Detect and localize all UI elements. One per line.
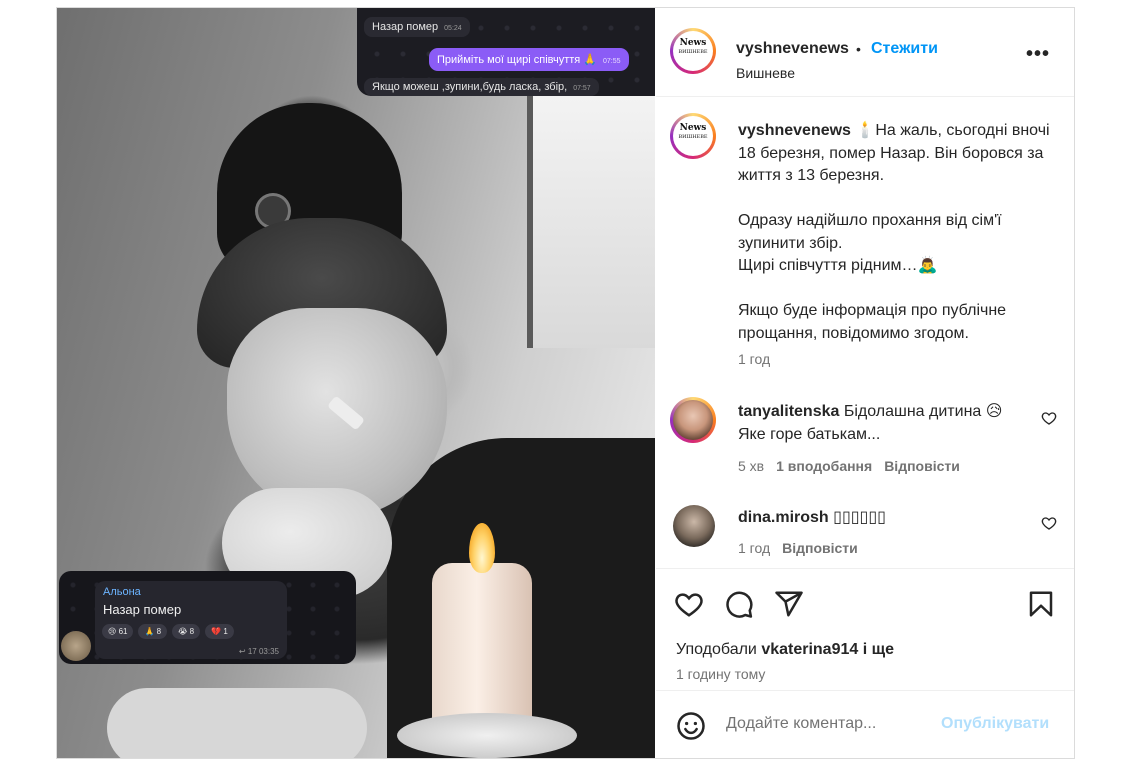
post-actions: Уподобали vkaterina914 і ще 1 годину том…	[656, 568, 1074, 689]
tg-message-text: Назар помер	[103, 602, 182, 617]
author-avatar[interactable]: News ВИШНЕВЕ	[670, 28, 716, 74]
post-image[interactable]: Назар помер 05:24 Прийміть мої щирі співч…	[57, 8, 655, 758]
publish-button[interactable]: Опублікувати	[941, 715, 1049, 733]
tg-reaction: 😭 8	[172, 624, 201, 639]
post-location[interactable]: Вишневе	[736, 65, 795, 81]
likes-summary: Уподобали vkaterina914 і ще	[676, 641, 895, 658]
news-logo: News ВИШНЕВЕ	[678, 38, 708, 56]
tg-reaction: 🙏 8	[138, 624, 168, 639]
telegram-screenshot-bottom: Альона Назар помер 😢 61 🙏 8 😭 8 💔 1 ↩ 17…	[59, 571, 356, 664]
tg-sender: Альона	[103, 586, 141, 598]
caption-text: 🕯️На жаль, сьогодні вночі 18 березня, по…	[738, 122, 1050, 342]
comment-text: tanyalitenska Бідолашна дитина 😥 Яке гор…	[738, 403, 1003, 443]
news-logo: News ВИШНЕВЕ	[678, 123, 708, 141]
comment-text: dina.mirosh ▯▯▯▯▯▯	[738, 509, 886, 526]
post-side-panel: News ВИШНЕВЕ vyshnevenews • Стежити Вишне…	[656, 8, 1074, 758]
tg-message: Назар помер 05:24	[364, 17, 470, 37]
separator-dot: •	[856, 41, 861, 57]
caption-avatar[interactable]: News ВИШНЕВЕ	[670, 113, 716, 159]
tg-reaction: 💔 1	[205, 624, 234, 639]
tg-reactions: 😢 61 🙏 8 😭 8 💔 1	[102, 624, 234, 639]
bookmark-icon[interactable]	[1026, 589, 1056, 619]
add-comment-bar: Опублікувати	[656, 690, 1074, 759]
caption-time[interactable]: 1 год	[738, 351, 770, 367]
tg-avatar	[61, 631, 91, 661]
likes-others[interactable]: і ще	[858, 641, 894, 658]
comment-avatar[interactable]	[670, 397, 716, 443]
follow-button[interactable]: Стежити	[871, 40, 938, 58]
instagram-post: Назар помер 05:24 Прийміть мої щирі співч…	[56, 7, 1075, 759]
comment-likes[interactable]: 1 вподобання	[776, 458, 872, 474]
comment-time[interactable]: 5 хв	[738, 458, 764, 474]
post-timestamp[interactable]: 1 годину тому	[676, 666, 765, 682]
comment-avatar[interactable]	[673, 505, 715, 547]
heart-icon[interactable]	[1041, 410, 1057, 426]
heart-icon[interactable]	[674, 589, 704, 619]
caption-username[interactable]: vyshnevenews	[738, 122, 851, 139]
candle-holder	[397, 713, 577, 758]
comment-icon[interactable]	[724, 589, 754, 619]
tg-message: Якщо можеш ,зупини,будь ласка, збір, 07:5…	[364, 78, 599, 96]
heart-icon[interactable]	[1041, 515, 1057, 531]
post-caption: vyshnevenews 🕯️На жаль, сьогодні вночі 1…	[738, 120, 1058, 345]
author-username[interactable]: vyshnevenews	[736, 40, 849, 58]
comment-username[interactable]: dina.mirosh	[738, 509, 829, 526]
tg-message-outgoing: Прийміть мої щирі співчуття 🙏 07:55	[429, 48, 629, 71]
comment-meta: 5 хв 1 вподобання Відповісти	[738, 458, 960, 474]
telegram-screenshot-top: Назар помер 05:24 Прийміть мої щирі співч…	[357, 8, 655, 96]
comment-username[interactable]: tanyalitenska	[738, 403, 839, 420]
post-header: News ВИШНЕВЕ vyshnevenews • Стежити Вишне…	[656, 8, 1074, 97]
boy-arm	[107, 688, 367, 758]
tg-reaction: 😢 61	[102, 624, 134, 639]
comment-input[interactable]	[726, 715, 926, 733]
tg-message: Альона Назар помер 😢 61 🙏 8 😭 8 💔 1 ↩ 17…	[95, 581, 287, 659]
comment-time[interactable]: 1 год	[738, 540, 770, 556]
more-options-icon[interactable]: •••	[1026, 43, 1050, 66]
tg-time: ↩ 17 03:35	[238, 647, 279, 656]
comment-meta: 1 год Відповісти	[738, 540, 858, 556]
liker-username[interactable]: vkaterina914	[761, 641, 858, 658]
share-icon[interactable]	[774, 589, 804, 619]
reply-button[interactable]: Відповісти	[884, 458, 960, 474]
emoji-icon[interactable]	[676, 711, 706, 741]
candle	[432, 563, 532, 733]
reply-button[interactable]: Відповісти	[782, 540, 858, 556]
car-window	[527, 88, 655, 348]
